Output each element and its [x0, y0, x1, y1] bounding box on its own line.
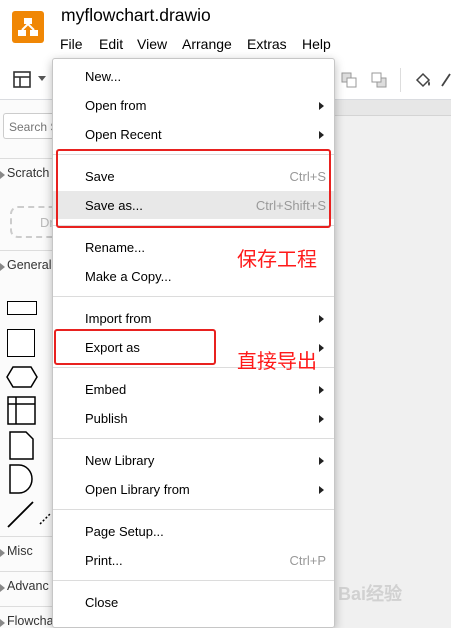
- submenu-arrow-icon: [319, 315, 324, 323]
- drawio-logo-icon: [12, 11, 44, 43]
- menu-item-print[interactable]: Print... Ctrl+P: [53, 546, 334, 574]
- menu-item-label: Open Library from: [85, 482, 190, 497]
- menu-item-close[interactable]: Close: [53, 588, 334, 616]
- menu-item-label: Open Recent: [85, 127, 162, 142]
- menu-separator: [53, 438, 334, 439]
- submenu-arrow-icon: [319, 131, 324, 139]
- sidebar-section-flowchart[interactable]: Flowchart: [0, 606, 52, 628]
- square-shape-icon[interactable]: [7, 329, 35, 357]
- menu-item-open-recent[interactable]: Open Recent: [53, 120, 334, 148]
- menu-edit[interactable]: Edit: [99, 36, 123, 52]
- menu-item-label: New...: [85, 69, 122, 84]
- menu-item-new[interactable]: New...: [53, 62, 334, 90]
- toolbar-divider: [400, 68, 401, 92]
- sidebar-section-misc[interactable]: Misc: [0, 536, 52, 566]
- to-front-icon[interactable]: [340, 71, 358, 89]
- hexagon-shape-icon[interactable]: [6, 366, 38, 388]
- save-highlight-box: [56, 149, 331, 228]
- menu-item-label: Import from: [85, 311, 152, 326]
- chevron-down-icon[interactable]: [38, 76, 46, 81]
- watermark: Bai经验: [338, 576, 448, 606]
- watermark-text: Bai经验: [338, 584, 403, 604]
- menu-item-embed[interactable]: Embed: [53, 375, 334, 403]
- menu-item-publish[interactable]: Publish: [53, 404, 334, 432]
- menu-item-open-from[interactable]: Open from: [53, 91, 334, 119]
- menu-arrange[interactable]: Arrange: [182, 36, 232, 52]
- menu-separator: [53, 580, 334, 581]
- menu-item-label: Make a Copy...: [85, 269, 172, 284]
- container-shape-icon[interactable]: [7, 396, 37, 426]
- menu-item-label: Page Setup...: [85, 524, 164, 539]
- submenu-arrow-icon: [319, 386, 324, 394]
- sidebar-section-advanced[interactable]: Advanc: [0, 571, 52, 601]
- delay-shape-icon[interactable]: [9, 464, 35, 494]
- document-shape-icon[interactable]: [9, 431, 35, 461]
- format-panel-icon[interactable]: [12, 70, 34, 90]
- sidebar-section-general[interactable]: General: [0, 250, 52, 280]
- search-shapes-input[interactable]: Search S: [3, 113, 55, 139]
- menu-item-open-library-from[interactable]: Open Library from: [53, 475, 334, 503]
- submenu-arrow-icon: [319, 344, 324, 352]
- submenu-arrow-icon: [319, 102, 324, 110]
- fill-color-icon[interactable]: [413, 70, 433, 90]
- shapes-sidebar: Search S Scratch Dr General Misc Advanc …: [0, 100, 60, 628]
- menu-help[interactable]: Help: [302, 36, 331, 52]
- menu-item-label: Close: [85, 595, 119, 610]
- rectangle-shape-icon[interactable]: [7, 301, 37, 315]
- menu-item-label: Rename...: [85, 240, 145, 255]
- sidebar-section-scratchpad[interactable]: Scratch: [0, 158, 52, 188]
- canvas-ruler: [334, 100, 451, 116]
- save-project-annotation: 保存工程: [237, 247, 317, 271]
- menu-separator: [53, 296, 334, 297]
- menu-item-label: New Library: [85, 453, 155, 468]
- export-directly-annotation: 直接导出: [237, 349, 317, 373]
- menu-view[interactable]: View: [137, 36, 167, 52]
- export-highlight-box: [54, 329, 216, 365]
- line-shape-icon[interactable]: [6, 500, 36, 530]
- menu-item-shortcut: Ctrl+P: [289, 553, 326, 568]
- menu-separator: [53, 509, 334, 510]
- menu-item-label: Embed: [85, 382, 127, 397]
- menu-item-import-from[interactable]: Import from: [53, 304, 334, 332]
- menu-file[interactable]: File: [60, 36, 83, 52]
- menu-item-label: Open from: [85, 98, 147, 113]
- menu-item-new-library[interactable]: New Library: [53, 446, 334, 474]
- menu-item-label: Print...: [85, 553, 123, 568]
- submenu-arrow-icon: [319, 415, 324, 423]
- submenu-arrow-icon: [319, 486, 324, 494]
- submenu-arrow-icon: [319, 457, 324, 465]
- to-back-icon[interactable]: [370, 71, 388, 89]
- menu-item-page-setup[interactable]: Page Setup...: [53, 517, 334, 545]
- dashed-line-shape-icon[interactable]: [38, 512, 52, 526]
- menu-extras[interactable]: Extras: [247, 36, 287, 52]
- line-color-icon[interactable]: [440, 70, 451, 90]
- menu-item-label: Publish: [85, 411, 128, 426]
- diagram-canvas[interactable]: [334, 100, 451, 628]
- document-title[interactable]: myflowchart.drawio: [61, 5, 211, 26]
